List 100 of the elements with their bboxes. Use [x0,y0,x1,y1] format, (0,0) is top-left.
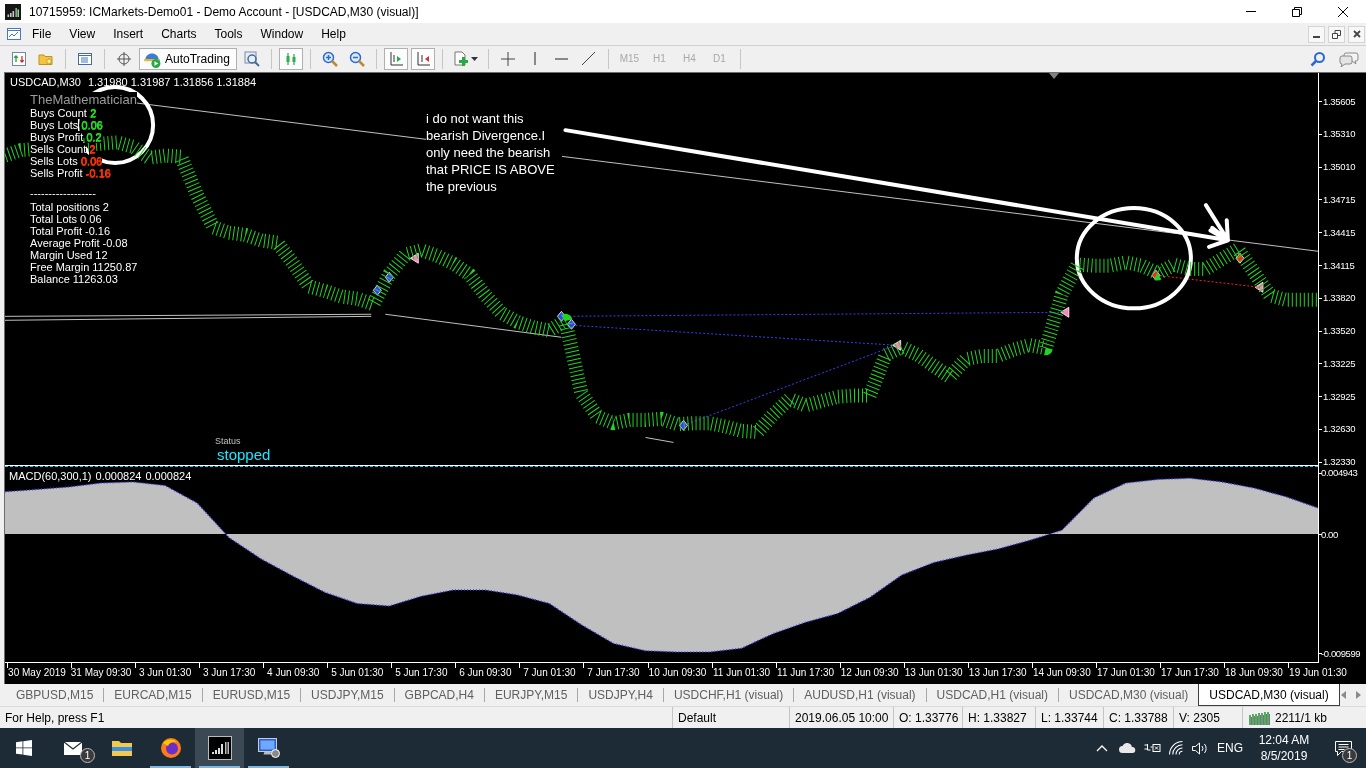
chart-shift-button[interactable] [383,47,408,70]
date-label: 18 Jun 09:30 [1225,667,1283,679]
price-label: 1.33520 [1323,325,1356,337]
date-label: 13 Jun 17:30 [968,667,1027,679]
date-label: 12 Jun 09:30 [840,667,899,679]
stat-label: Margin Used [30,249,93,261]
clock-date: 8/5/2019 [1260,748,1308,764]
caret-icon [470,56,478,61]
stat-value: 0.06 [81,119,103,131]
battery-plug-icon [1143,744,1161,752]
envelope-icon [63,741,82,755]
stat-label: Buys Count [30,107,87,119]
auto-scroll-button[interactable] [410,47,435,70]
price-label: 1.35605 [1323,95,1356,107]
chart-tab[interactable]: EURCAD,M15 [104,684,202,706]
chevron-up-icon [1096,744,1108,752]
stat-value: 11250.87 [92,261,138,273]
horizontal-line-icon [555,57,569,60]
chart-tab[interactable]: GBPUSD,M15 [6,684,104,706]
close-icon [1352,30,1361,38]
chart-tab[interactable]: EURJPY,M15 [484,684,578,706]
vertical-line-icon [533,52,536,65]
indicator-axis-label: -0.009599 [1321,647,1361,659]
chart-tab[interactable]: EURUSD,M15 [202,684,301,706]
picture-triangle-marker [892,339,902,351]
minimize-icon [1313,35,1320,38]
status-value: stopped [217,446,271,463]
date-label: 17 Jun 17:30 [1161,667,1219,679]
status-label: Status [215,436,242,446]
magnifier-chart-icon [243,50,260,67]
menu-item[interactable]: Tools [205,23,252,45]
chart-tab[interactable]: USDCHF,H1 (visual) [663,684,794,706]
restore-icon [1332,29,1341,39]
date-label: 7 Jun 01:30 [523,667,576,679]
chart-tab[interactable]: AUDUSD,H1 (visual) [794,684,926,706]
count-badge: 1 [80,748,95,763]
stat-value: -0.08 [102,237,128,249]
stat-value: 2 [89,143,96,155]
language-indicator[interactable]: ENG [1212,739,1248,757]
windows-logo-icon [16,740,32,756]
chart-minimize-button[interactable] [1308,25,1325,43]
date-label: 6 Jun 09:30 [459,667,512,679]
price-label: 1.35310 [1323,128,1356,140]
chart-tab[interactable]: GBPCAD,H4 [394,684,484,706]
date-label: 5 Jun 01:30 [331,667,384,679]
globe-icon [160,738,181,758]
taskbar-app-button[interactable]: 1 [48,728,97,768]
picture-triangle-marker [409,252,419,264]
menu-item[interactable]: Help [312,23,355,45]
picture-diamond-marker [372,284,382,296]
chart-ohlc: 1.31980 1.31987 1.31856 1.31884 [87,76,257,88]
date-label: 3 Jun 01:30 [139,667,192,679]
date-label: 13 Jun 01:30 [904,667,963,679]
date-label: 31 May 09:30 [70,667,132,679]
chart-close-button[interactable] [1348,25,1365,43]
traffic-text: 2211/1 kb [1275,709,1327,727]
stat-label: Balance [30,273,70,285]
scroll-left-button[interactable] [1341,691,1346,699]
chart-tab[interactable]: USDCAD,H1 (visual) [926,684,1058,706]
picture-diamond-marker [557,310,566,322]
date-label: 17 Jun 01:30 [1096,667,1155,679]
menu-item[interactable]: Insert [104,23,153,45]
menu-item[interactable]: Charts [152,23,206,45]
bar-chart-button[interactable] [278,47,303,70]
search-icon [1310,50,1326,67]
picture-triangle-marker [1254,281,1264,293]
indicator-value: 0.000824 [145,470,192,482]
chart-arrows-icon [11,50,27,67]
menu-item[interactable]: View [60,23,105,45]
chart-symbol: USDCAD,M30 [10,76,81,88]
price-label: 1.35010 [1323,161,1356,173]
count-badge: 1 [1342,748,1357,763]
monitor-icon [257,738,280,758]
stat-label: Free Margin [30,261,90,273]
chart-tab[interactable]: USDJPY,H4 [578,684,663,706]
scroll-right-button[interactable] [1356,691,1361,699]
chart-tab[interactable]: USDJPY,M15 [301,684,394,706]
stat-label: Sells Profit [30,167,83,179]
chart-restore-button[interactable] [1328,25,1345,43]
chart-tab[interactable]: USDCAD,M30 (visual) [1058,684,1199,706]
zoom-out-icon [348,50,365,67]
picture-trend-line [645,436,674,443]
chart-tab[interactable]: USDCAD,M30 (visual) [1198,684,1340,706]
picture-diamond-marker [384,271,394,283]
date-label: 5 Jun 17:30 [395,667,448,679]
stat-label: Sells Count [30,143,87,155]
diagonal-line-icon [582,52,596,65]
signal-bars-icon [1249,710,1271,725]
date-label: 30 May 2019 [8,667,66,679]
notifications-button[interactable]: 1 [1320,728,1366,768]
menu-item[interactable]: Window [251,23,313,45]
zoom-in-icon [321,50,338,67]
date-label: 7 Jun 17:30 [587,667,640,679]
date-label: 19 Jun 01:30 [1289,667,1347,679]
menu-item[interactable]: File [23,23,61,45]
autotrading-button[interactable]: AutoTrading [139,47,237,70]
taskbar-app-button[interactable] [195,728,244,768]
stat-value: 0.06 [80,213,102,225]
document-plus-icon [452,50,469,67]
cloud-icon [1118,743,1136,753]
